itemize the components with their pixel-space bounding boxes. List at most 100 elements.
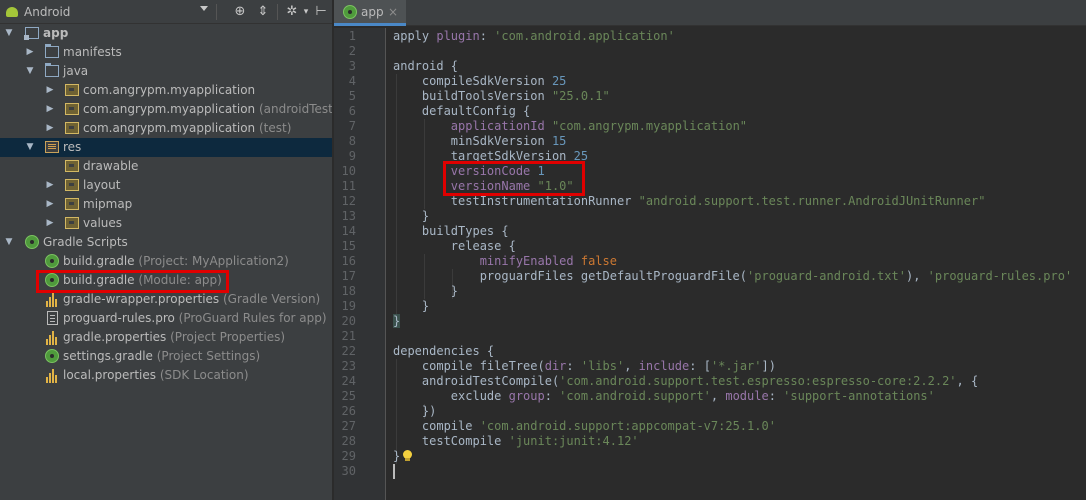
tree-item-package[interactable]: ▶ com.angrypm.myapplication [0, 81, 332, 100]
code-line: proguardFiles getDefaultProguardFile('pr… [393, 269, 1073, 283]
tree-item-mipmap[interactable]: ▶ mipmap [0, 195, 332, 214]
gradle-icon [45, 254, 59, 268]
code-line: apply plugin: 'com.android.application' [393, 29, 675, 43]
close-icon[interactable]: × [388, 0, 398, 25]
tree-item-app[interactable]: ▼ app [0, 24, 332, 43]
line-number: 7 [348, 119, 356, 133]
tree-item-package-android-test[interactable]: ▶ com.angrypm.myapplication (androidTest… [0, 100, 332, 119]
tree-item-label: java [63, 64, 89, 78]
collapsed-arrow-icon[interactable]: ▶ [45, 119, 55, 138]
tree-item-hint: (Project: MyApplication2) [138, 254, 289, 268]
gear-menu-chevron-icon[interactable]: ▾ [298, 4, 314, 20]
resource-folder-icon [45, 141, 59, 153]
code-line: exclude group: 'com.android.support', mo… [393, 389, 935, 403]
tree-item-java[interactable]: ▼ java [0, 62, 332, 81]
tree-item-label: proguard-rules.pro (ProGuard Rules for a… [63, 311, 327, 325]
tree-item-hint: (test) [259, 121, 292, 135]
text-file-icon [47, 311, 58, 325]
scroll-from-source-icon[interactable]: ⊕ [232, 4, 248, 20]
line-number: 19 [341, 299, 356, 313]
android-icon [6, 7, 18, 17]
tree-item-label: com.angrypm.myapplication (androidTest) [83, 100, 332, 119]
hide-pane-icon[interactable]: ⊢ [313, 4, 329, 20]
tree-item-label: Gradle Scripts [43, 235, 128, 249]
tree-item-label: res [63, 140, 82, 154]
line-number: 9 [348, 149, 356, 163]
lightbulb-icon[interactable] [403, 450, 412, 461]
line-number: 26 [341, 404, 356, 418]
code-line: dependencies { [393, 344, 495, 358]
line-number: 8 [348, 134, 356, 148]
expanded-arrow-icon[interactable]: ▼ [25, 138, 35, 157]
tree-item-project-build-gradle[interactable]: build.gradle (Project: MyApplication2) [0, 252, 332, 271]
line-number: 27 [341, 419, 356, 433]
line-number: 17 [341, 269, 356, 283]
gradle-icon [45, 349, 59, 363]
tree-item-label: build.gradle (Project: MyApplication2) [63, 254, 289, 268]
tree-item-settings-gradle[interactable]: settings.gradle (Project Settings) [0, 347, 332, 366]
line-number: 22 [341, 344, 356, 358]
code-line: release { [393, 239, 516, 253]
collapse-all-icon[interactable]: ⇕ [255, 4, 271, 20]
tree-item-package-test[interactable]: ▶ com.angrypm.myapplication (test) [0, 119, 332, 138]
collapsed-arrow-icon[interactable]: ▶ [45, 176, 55, 195]
tree-item-layout[interactable]: ▶ layout [0, 176, 332, 195]
line-number: 29 [341, 449, 356, 463]
collapsed-arrow-icon[interactable]: ▶ [45, 81, 55, 100]
code-line: testInstrumentationRunner "android.suppo… [393, 194, 986, 208]
expanded-arrow-icon[interactable]: ▼ [25, 62, 35, 81]
expanded-arrow-icon[interactable]: ▼ [4, 24, 14, 43]
tab-app[interactable]: app × [334, 0, 406, 26]
code-line: compile 'com.android.support:appcompat-v… [393, 419, 776, 433]
tree-item-values[interactable]: ▶ values [0, 214, 332, 233]
collapsed-arrow-icon[interactable]: ▶ [45, 195, 55, 214]
line-number: 20 [341, 314, 356, 328]
line-number: 5 [348, 89, 356, 103]
code-line: minifyEnabled false [393, 254, 617, 268]
tree-item-gradle-properties[interactable]: gradle.properties (Project Properties) [0, 328, 332, 347]
code-line: compileSdkVersion 25 [393, 74, 567, 88]
code-line: minSdkVersion 15 [393, 134, 567, 148]
highlight-box [443, 161, 585, 196]
tree-item-drawable[interactable]: drawable [0, 157, 332, 176]
expanded-arrow-icon[interactable]: ▼ [4, 233, 14, 252]
line-number: 14 [341, 224, 356, 238]
tab-label: app [361, 5, 384, 19]
tree-item-label: settings.gradle (Project Settings) [63, 349, 261, 363]
properties-file-icon [46, 292, 58, 307]
code-editor: app × 1 2 3 4 5 6 7 8 9 10 11 12 13 14 1… [334, 0, 1086, 500]
project-view-selector[interactable]: Android [6, 4, 70, 20]
tree-item-gradle-wrapper-properties[interactable]: gradle-wrapper.properties (Gradle Versio… [0, 290, 332, 309]
tree-item-manifests[interactable]: ▶ manifests [0, 43, 332, 62]
package-icon [65, 103, 79, 115]
tree-item-res[interactable]: ▼ res [0, 138, 332, 157]
collapsed-arrow-icon[interactable]: ▶ [45, 214, 55, 233]
line-number: 15 [341, 239, 356, 253]
text-cursor [393, 464, 395, 479]
tree-item-label: mipmap [83, 197, 133, 211]
chevron-down-icon[interactable] [200, 6, 208, 11]
folder-icon [45, 63, 59, 77]
tree-item-hint: (Gradle Version) [223, 292, 321, 306]
code-line: } [393, 299, 430, 313]
line-number: 10 [341, 164, 356, 178]
tree-item-hint: (Project Properties) [170, 330, 286, 344]
tree-item-label: gradle.properties (Project Properties) [63, 330, 286, 344]
tree-item-proguard-rules[interactable]: proguard-rules.pro (ProGuard Rules for a… [0, 309, 332, 328]
code-text-area[interactable]: apply plugin: 'com.android.application' … [393, 28, 1086, 500]
tree-item-gradle-scripts[interactable]: ▼ Gradle Scripts [0, 233, 332, 252]
line-number: 13 [341, 209, 356, 223]
code-line: applicationId "com.angrypm.myapplication… [393, 119, 748, 133]
line-number: 6 [348, 104, 356, 118]
tree-item-label: local.properties (SDK Location) [63, 368, 249, 382]
collapsed-arrow-icon[interactable]: ▶ [45, 100, 55, 119]
collapsed-arrow-icon[interactable]: ▶ [25, 43, 35, 62]
tree-item-local-properties[interactable]: local.properties (SDK Location) [0, 366, 332, 385]
project-pane-toolbar: Android ⊕ ⇕ ✲ ▾ ⊢ [0, 0, 332, 24]
line-number: 2 [348, 44, 356, 58]
properties-file-icon [46, 330, 58, 345]
line-number: 24 [341, 374, 356, 388]
tree-item-label: app [43, 26, 69, 40]
tree-item-label: values [83, 216, 123, 230]
gradle-icon [343, 5, 357, 19]
